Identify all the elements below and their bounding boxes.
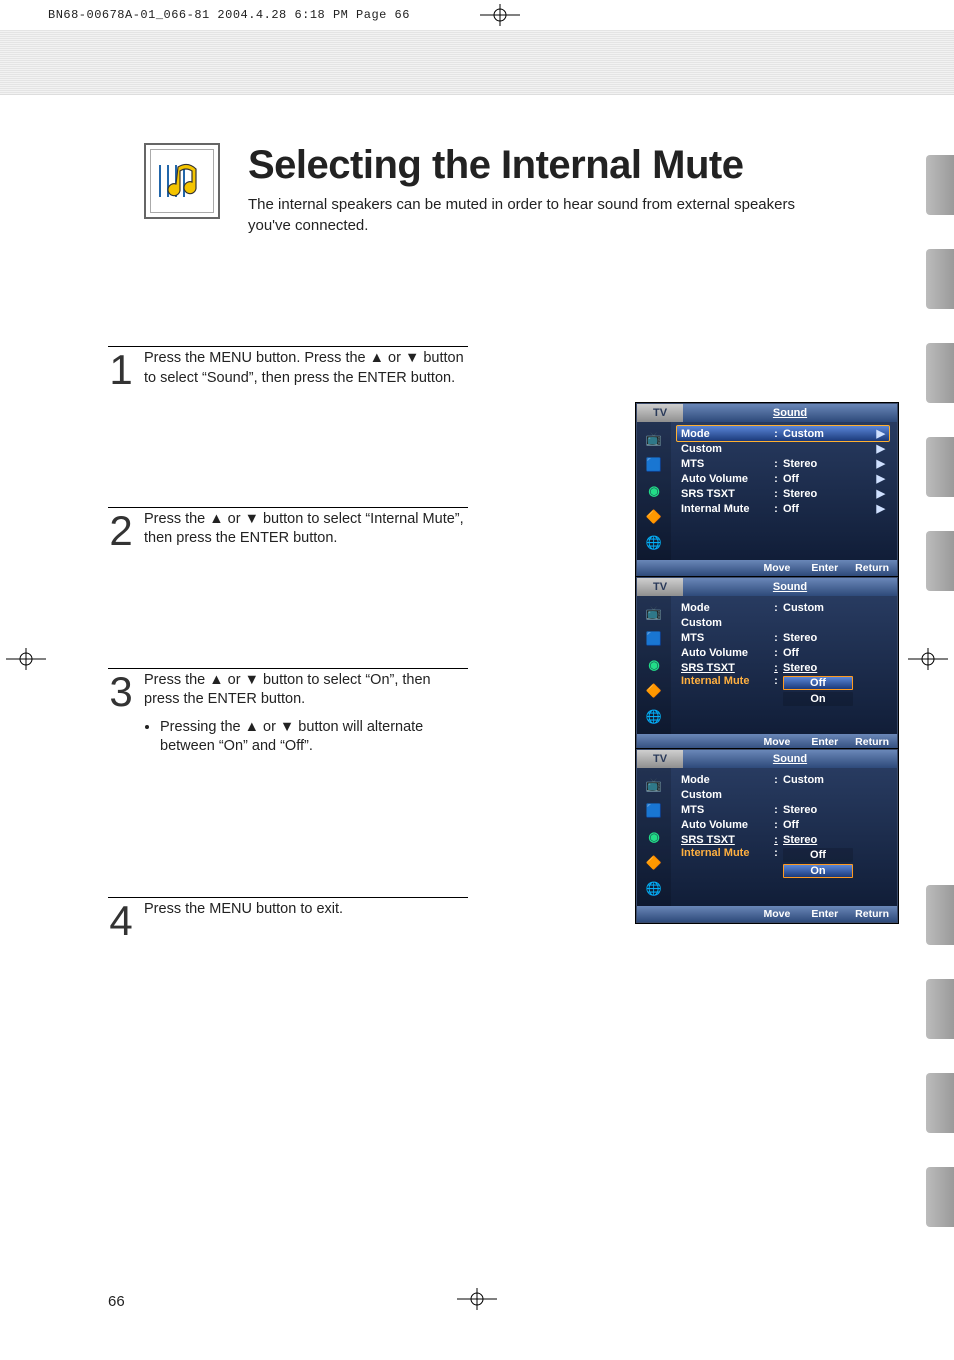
step-1-text: Press the MENU button. Press the ▲ or ▼ … (144, 349, 468, 388)
print-header-text: BN68-00678A-01_066-81 2004.4.28 6:18 PM … (48, 8, 410, 22)
brushed-banner (0, 30, 954, 95)
crop-mark-top (470, 4, 530, 26)
page-subtitle: The internal speakers can be muted in or… (248, 194, 808, 236)
osd-row-custom[interactable]: Custom ▶ (677, 441, 889, 456)
osd-row-mts[interactable]: MTS: Stereo▶ (677, 456, 889, 471)
sound-section-icon (144, 143, 220, 219)
step-3-number: 3 (108, 673, 134, 711)
osd-row-srs[interactable]: SRS TSXT: Stereo▶ (677, 486, 889, 501)
osd2-option-off[interactable]: Off (783, 676, 853, 690)
osd-row-intmute[interactable]: Internal Mute: Off▶ (677, 501, 889, 516)
osd-foot-move: Move (760, 562, 790, 574)
osd-foot-return: Return (852, 562, 889, 574)
osd2-row-mode[interactable]: Mode:Custom (677, 600, 889, 615)
osd3-row-custom[interactable]: Custom (677, 787, 889, 802)
osd3-option-off[interactable]: Off (783, 848, 853, 862)
osd-row-autovol[interactable]: Auto Volume: Off▶ (677, 471, 889, 486)
osd2-row-srs[interactable]: SRS TSXT:Stereo (677, 660, 889, 675)
print-header: BN68-00678A-01_066-81 2004.4.28 6:18 PM … (0, 0, 954, 30)
step-3-text: Press the ▲ or ▼ button to select “On”, … (144, 671, 468, 710)
osd2-row-intmute[interactable]: Internal Mute: Off On (677, 675, 889, 706)
osd-category-icons: 📺🟦◉🔶🌐 (637, 422, 671, 560)
osd3-row-mode[interactable]: Mode:Custom (677, 772, 889, 787)
osd2-option-on[interactable]: On (783, 692, 853, 706)
step-2: 2 Press the ▲ or ▼ button to select “Int… (108, 507, 468, 550)
step-3: 3 Press the ▲ or ▼ button to select “On”… (108, 668, 468, 757)
osd-menu-1: TV Sound 📺🟦◉🔶🌐 Mode: Custom▶ Custom ▶ MT… (636, 403, 898, 577)
thumb-tabs (926, 155, 954, 1227)
osd-row-mode[interactable]: Mode: Custom▶ (677, 426, 889, 441)
osd3-row-intmute[interactable]: Internal Mute: Off On (677, 847, 889, 878)
osd2-row-custom[interactable]: Custom (677, 615, 889, 630)
osd3-row-mts[interactable]: MTS:Stereo (677, 802, 889, 817)
osd-menu-3: TV Sound 📺🟦◉🔶🌐 Mode:Custom Custom MTS:St… (636, 749, 898, 923)
step-3-bullet: Pressing the ▲ or ▼ button will alternat… (160, 718, 468, 757)
step-1: 1 Press the MENU button. Press the ▲ or … (108, 346, 468, 389)
osd3-option-on[interactable]: On (783, 864, 853, 878)
osd-header: Sound (683, 404, 897, 422)
osd3-row-srs[interactable]: SRS TSXT:Stereo (677, 832, 889, 847)
step-4-number: 4 (108, 902, 134, 940)
step-4: 4 Press the MENU button to exit. (108, 897, 468, 940)
page-number: 66 (108, 1293, 125, 1310)
step-2-text: Press the ▲ or ▼ button to select “Inter… (144, 510, 468, 549)
osd2-row-autovol[interactable]: Auto Volume:Off (677, 645, 889, 660)
crop-mark-right (908, 648, 948, 673)
step-1-number: 1 (108, 351, 134, 389)
page-title: Selecting the Internal Mute (248, 143, 808, 188)
osd3-row-autovol[interactable]: Auto Volume:Off (677, 817, 889, 832)
crop-mark-bottom (457, 1288, 497, 1313)
crop-mark-left (6, 648, 46, 673)
osd-menu-2: TV Sound 📺🟦◉🔶🌐 Mode:Custom Custom MTS:St… (636, 577, 898, 751)
step-2-number: 2 (108, 512, 134, 550)
osd-tv-label: TV (637, 404, 683, 422)
step-4-text: Press the MENU button to exit. (144, 900, 343, 920)
osd-foot-enter: Enter (804, 562, 838, 574)
osd2-row-mts[interactable]: MTS:Stereo (677, 630, 889, 645)
